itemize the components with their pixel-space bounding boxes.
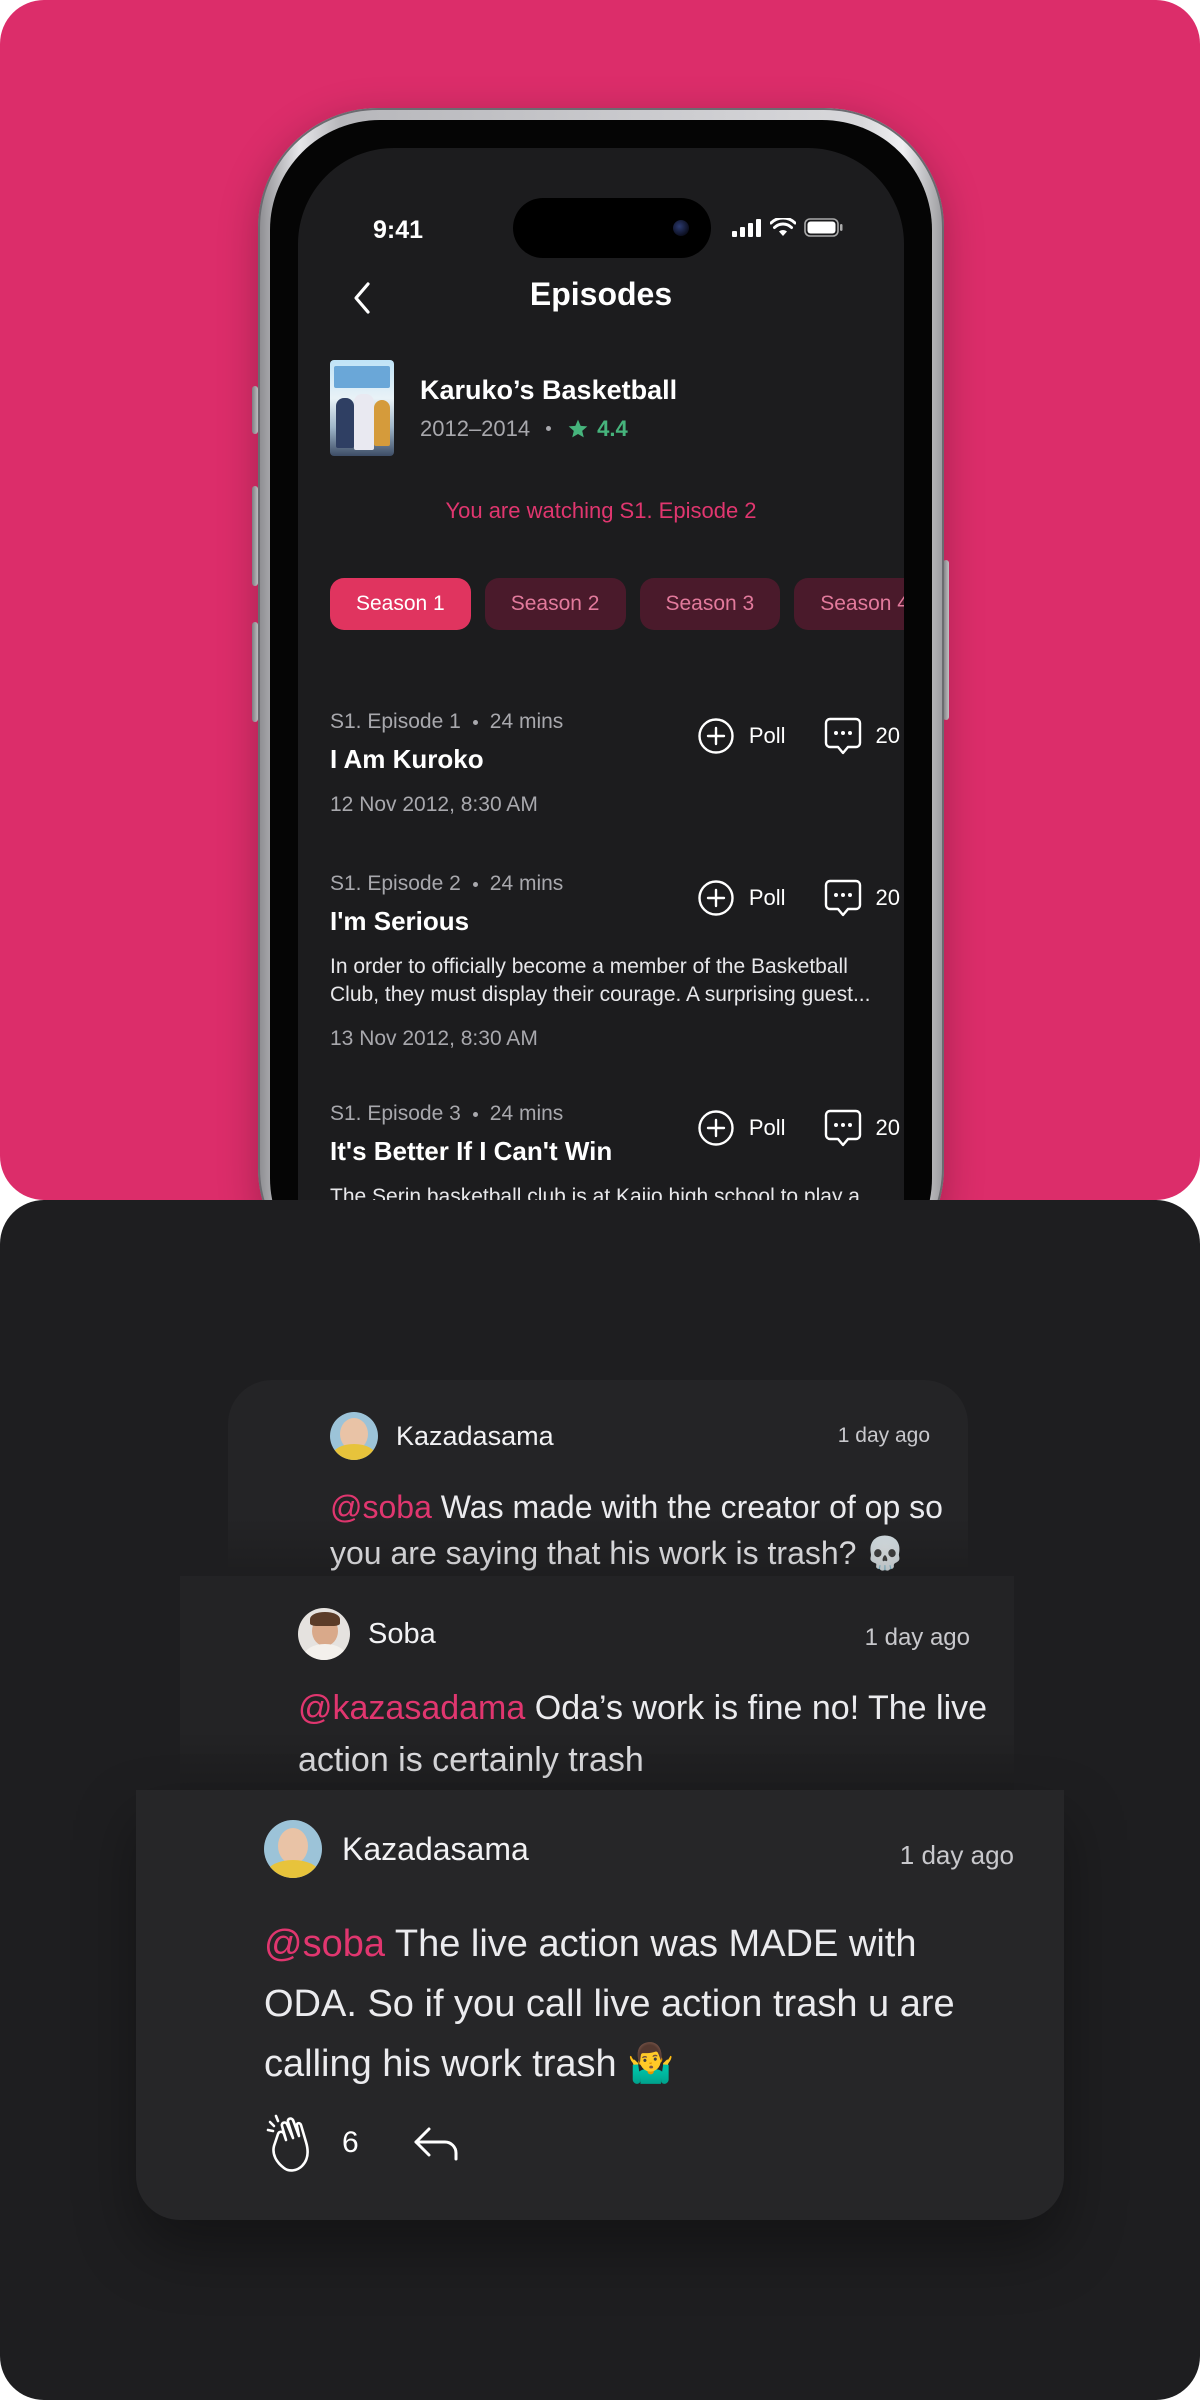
poll-label: Poll (748, 885, 786, 910)
comment-username[interactable]: Soba (368, 1618, 436, 1651)
comment-card: Kazadasama 1 day ago @soba Was made with… (228, 1380, 968, 1576)
poll-label: Poll (748, 1115, 786, 1140)
poll-button[interactable]: Poll (697, 879, 786, 917)
page-title: Episodes (529, 276, 673, 312)
episode-code: S1. Episode 2 (330, 872, 461, 895)
comment-card: Kazadasama 1 day ago @soba The live acti… (136, 1790, 1064, 2220)
plus-circle-icon (698, 718, 734, 754)
phone-mockup-panel: 9:41 Episodes Karuko’s Basketball 2012–2… (0, 0, 1200, 1200)
comment-actions: 6 (264, 2112, 461, 2174)
tab-season-3[interactable]: Season 3 (639, 578, 781, 630)
tab-season-2[interactable]: Season 2 (484, 578, 626, 630)
phone-bezel: 9:41 Episodes Karuko’s Basketball 2012–2… (270, 120, 932, 1200)
comments-showcase-panel: Kazadasama 1 day ago @soba Was made with… (0, 1200, 1200, 2400)
comment-count: 20 (875, 1115, 900, 1140)
mention-link[interactable]: @soba (264, 1923, 385, 1965)
show-header: Karuko’s Basketball 2012–2014 4.4 (330, 360, 677, 456)
episode-duration: 24 mins (489, 710, 564, 733)
show-rating: 4.4 (597, 415, 628, 441)
plus-circle-icon (698, 1110, 734, 1146)
episode-date: 13 Nov 2012, 8:30 AM (330, 1027, 538, 1050)
clap-icon[interactable] (264, 2112, 326, 2174)
episode-code: S1. Episode 3 (330, 1102, 461, 1125)
battery-icon (804, 218, 843, 237)
separator-dot (472, 1111, 478, 1117)
watching-status: You are watching S1. Episode 2 (445, 498, 757, 523)
comment-timestamp: 1 day ago (864, 1624, 970, 1651)
comment-card: Soba 1 day ago @kazasadama Oda’s work is… (180, 1576, 1014, 1790)
episode-description: In order to officially become a member o… (330, 955, 871, 1006)
episode-item[interactable]: S1. Episode 3 24 mins It's Better If I C… (330, 1102, 900, 1200)
episode-item[interactable]: S1. Episode 1 24 mins I Am Kuroko 12 Nov… (330, 710, 900, 817)
avatar (298, 1608, 350, 1660)
comment-bubble-icon (824, 1109, 861, 1147)
show-name: Karuko’s Basketball (420, 374, 678, 405)
tab-season-1[interactable]: Season 1 (330, 578, 471, 630)
star-icon (568, 419, 588, 437)
episode-duration: 24 mins (489, 1102, 564, 1125)
reply-icon[interactable] (411, 2123, 461, 2163)
comment-timestamp: 1 day ago (837, 1424, 930, 1447)
episode-description: The Serin basketball club is at Kaijo hi… (330, 1185, 860, 1200)
comments-button[interactable]: 20 (824, 716, 900, 756)
comment-bubble-icon (824, 879, 861, 917)
phone-frame: 9:41 Episodes Karuko’s Basketball 2012–2… (258, 108, 944, 1200)
comment-text: @soba The live action was MADE with ODA.… (264, 1914, 1004, 2094)
episode-code: S1. Episode 1 (330, 710, 461, 733)
avatar (330, 1412, 378, 1460)
comment-count: 20 (875, 723, 900, 748)
episode-date: 12 Nov 2012, 8:30 AM (330, 793, 538, 816)
wifi-icon (770, 218, 796, 236)
comment-timestamp: 1 day ago (899, 1840, 1014, 1870)
episode-duration: 24 mins (489, 872, 564, 895)
comments-button[interactable]: 20 (824, 1108, 900, 1148)
comment-username[interactable]: Kazadasama (342, 1831, 529, 1868)
mention-link[interactable]: @kazasadama (298, 1689, 525, 1727)
separator-dot (472, 719, 478, 725)
show-poster[interactable] (330, 360, 394, 456)
comment-username[interactable]: Kazadasama (396, 1421, 554, 1452)
episode-item[interactable]: S1. Episode 2 24 mins I'm Serious In ord… (330, 872, 900, 1051)
status-time: 9:41 (373, 216, 424, 244)
phone-screen: 9:41 Episodes Karuko’s Basketball 2012–2… (298, 148, 904, 1200)
comment-count: 20 (875, 885, 900, 910)
separator-dot (546, 426, 552, 431)
comment-bubble-icon (824, 717, 861, 755)
signal-icon (732, 218, 761, 237)
clap-count: 6 (342, 2126, 359, 2159)
avatar (264, 1820, 322, 1878)
poll-label: Poll (748, 723, 786, 748)
dynamic-island (513, 198, 711, 258)
separator-dot (472, 881, 478, 887)
season-tabs: Season 1 Season 2 Season 3 Season 4 (330, 578, 904, 630)
plus-circle-icon (698, 880, 734, 916)
poll-button[interactable]: Poll (697, 717, 786, 755)
status-bar: 9:41 (298, 148, 904, 258)
show-years: 2012–2014 (420, 415, 531, 441)
camera-icon (673, 220, 689, 236)
comments-button[interactable]: 20 (824, 878, 900, 918)
poll-button[interactable]: Poll (697, 1109, 786, 1147)
status-icons (732, 218, 844, 237)
tab-season-4[interactable]: Season 4 (794, 578, 904, 630)
